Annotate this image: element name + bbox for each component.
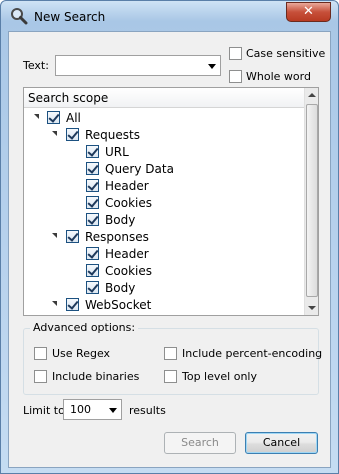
tree-checkbox[interactable] — [66, 128, 79, 141]
tree-header: Search scope — [24, 88, 304, 108]
include-binaries-label: Include binaries — [52, 370, 140, 383]
tree-item-label: Body — [105, 213, 136, 227]
use-regex-label: Use Regex — [52, 347, 111, 360]
tree-checkbox[interactable] — [86, 264, 99, 277]
collapse-arrow-icon[interactable] — [34, 114, 39, 119]
text-combobox[interactable] — [55, 55, 221, 76]
top-level-only-checkbox[interactable] — [164, 370, 177, 383]
scroll-down-icon[interactable] — [308, 306, 316, 310]
magnifier-icon — [11, 8, 28, 25]
tree-item-label: Cookies — [105, 196, 152, 210]
new-search-window: New Search ✕ Text: Case sensitive Whole … — [0, 0, 339, 474]
tree-checkbox[interactable] — [86, 213, 99, 226]
include-binaries-checkbox[interactable] — [34, 370, 47, 383]
top-level-only-label: Top level only — [182, 370, 257, 383]
collapse-arrow-icon[interactable] — [52, 301, 57, 306]
advanced-options-group: Advanced options: Use Regex Include perc… — [23, 321, 323, 395]
title-bar[interactable]: New Search ✕ — [1, 1, 338, 31]
cancel-button[interactable]: Cancel — [245, 432, 318, 454]
collapse-arrow-icon[interactable] — [52, 131, 57, 136]
case-sensitive-label: Case sensitive — [246, 47, 326, 60]
include-percent-encoding-label: Include percent-encoding — [182, 347, 323, 360]
case-sensitive-checkbox[interactable] — [229, 47, 242, 60]
tree-header-label: Search scope — [28, 91, 109, 105]
tree-item-label: WebSocket — [85, 298, 152, 312]
tree-checkbox[interactable] — [86, 145, 99, 158]
tree-checkbox[interactable] — [86, 247, 99, 260]
whole-word-label: Whole word — [246, 70, 311, 83]
scroll-thumb[interactable] — [306, 104, 318, 297]
tree-checkbox[interactable] — [47, 111, 60, 124]
close-icon: ✕ — [303, 4, 314, 19]
search-button[interactable]: Search — [164, 432, 236, 454]
tree-scrollbar[interactable] — [304, 88, 318, 315]
tree-item-label: Body — [105, 281, 136, 295]
limit-combobox[interactable]: 100 — [63, 399, 122, 420]
limit-suffix: results — [129, 404, 166, 417]
tree-checkbox[interactable] — [86, 162, 99, 175]
limit-value: 100 — [70, 403, 91, 416]
advanced-options-legend: Advanced options: — [30, 321, 139, 334]
tree-checkbox[interactable] — [66, 230, 79, 243]
tree-item-label: Cookies — [105, 264, 152, 278]
tree-item-label: Requests — [85, 128, 140, 142]
tree-item-label: Responses — [85, 230, 149, 244]
close-button[interactable]: ✕ — [286, 2, 331, 22]
chevron-down-icon[interactable] — [208, 63, 216, 69]
search-scope-tree[interactable]: Search scope All Requests URL Query Data — [23, 87, 319, 316]
tree-item-label: All — [66, 111, 81, 125]
tree-item-label: Header — [105, 179, 149, 193]
window-title: New Search — [34, 10, 106, 24]
scroll-up-icon[interactable] — [308, 93, 316, 97]
tree-checkbox[interactable] — [86, 179, 99, 192]
collapse-arrow-icon[interactable] — [52, 233, 57, 238]
tree-checkbox[interactable] — [66, 298, 79, 311]
tree-item-label: Header — [105, 247, 149, 261]
limit-label: Limit to — [23, 404, 65, 417]
chevron-down-icon[interactable] — [109, 407, 117, 413]
tree-checkbox[interactable] — [86, 281, 99, 294]
tree-item-label: URL — [105, 145, 129, 159]
use-regex-checkbox[interactable] — [34, 347, 47, 360]
include-percent-encoding-checkbox[interactable] — [164, 347, 177, 360]
dialog-client: Text: Case sensitive Whole word Search s… — [8, 31, 331, 468]
tree-checkbox[interactable] — [86, 196, 99, 209]
tree-item-label: Query Data — [105, 162, 174, 176]
text-label: Text: — [23, 59, 49, 72]
whole-word-checkbox[interactable] — [229, 70, 242, 83]
